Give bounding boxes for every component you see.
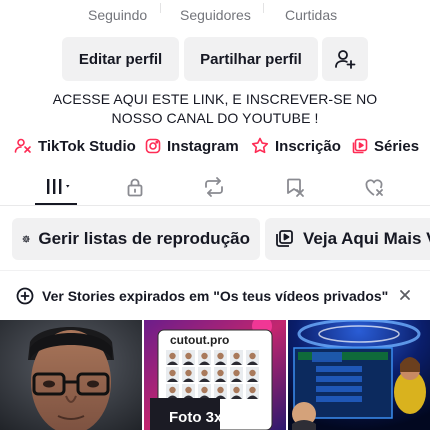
video-grid: cutout.pro Foto 3x4 bbox=[0, 320, 430, 430]
tab-reposts[interactable] bbox=[194, 174, 234, 200]
expired-stories-banner[interactable]: Ver Stories expirados em "Os teus vídeos… bbox=[0, 270, 430, 318]
passport-photo-head bbox=[201, 352, 208, 360]
link-inscricao[interactable]: Inscrição bbox=[251, 135, 341, 157]
link-label: TikTok Studio bbox=[38, 137, 136, 155]
more-videos-button[interactable]: Veja Aqui Mais V bbox=[265, 218, 430, 260]
video-thumbnail[interactable]: cutout.pro Foto 3x4 bbox=[144, 320, 286, 430]
passport-photo-head bbox=[249, 369, 256, 377]
stats-divider bbox=[160, 3, 161, 13]
passport-photo-head bbox=[201, 369, 208, 377]
link-label: Inscrição bbox=[275, 137, 341, 155]
series-icon bbox=[352, 138, 368, 154]
heart-icon bbox=[365, 179, 383, 196]
tab-videos[interactable] bbox=[36, 174, 76, 200]
thumb-brand: cutout.pro bbox=[170, 333, 230, 347]
video-thumbnail[interactable] bbox=[0, 320, 142, 430]
manage-playlists-button[interactable]: Gerir listas de reprodução bbox=[12, 218, 260, 260]
link-tiktok-studio[interactable]: TikTok Studio bbox=[14, 135, 136, 157]
likes-label[interactable]: Curtidas bbox=[285, 7, 337, 23]
link-instagram[interactable]: Instagram bbox=[145, 135, 239, 157]
followers-label[interactable]: Seguidores bbox=[180, 7, 251, 23]
tab-favorites[interactable] bbox=[275, 174, 315, 200]
passport-photo-head bbox=[185, 369, 192, 377]
lock-icon bbox=[127, 178, 143, 197]
passport-photo-head bbox=[233, 386, 240, 394]
profile-bio: ACESSE AQUI ESTE LINK, E INSCREVER-SE NO… bbox=[0, 90, 430, 128]
subscription-icon bbox=[251, 137, 269, 154]
add-user-icon bbox=[335, 50, 356, 69]
bio-line-2[interactable]: NOSSO CANAL DO YOUTUBE ! bbox=[0, 109, 430, 128]
profile-shortcuts: Gerir listas de reprodução Veja Aqui Mai… bbox=[0, 218, 430, 260]
grid-bars-icon bbox=[47, 179, 70, 194]
playlist-icon bbox=[276, 230, 293, 247]
close-icon[interactable] bbox=[398, 288, 412, 302]
passport-photo-head bbox=[233, 369, 240, 377]
gear-icon bbox=[22, 235, 30, 243]
add-friend-button[interactable] bbox=[322, 37, 368, 81]
link-label: Séries bbox=[374, 137, 420, 155]
pill-label: Gerir listas de reprodução bbox=[38, 229, 250, 248]
share-profile-button[interactable]: Partilhar perfil bbox=[184, 37, 318, 81]
selfie-image bbox=[0, 320, 142, 430]
stats-divider bbox=[263, 3, 264, 13]
tiktok-studio-icon bbox=[14, 138, 31, 153]
video-thumbnail[interactable] bbox=[288, 320, 430, 430]
passport-photo-head bbox=[249, 386, 256, 394]
add-circle-icon bbox=[16, 287, 34, 305]
passport-photo-head bbox=[169, 369, 176, 377]
link-label: Instagram bbox=[167, 137, 239, 155]
repost-icon bbox=[205, 177, 223, 197]
profile-links: TikTok Studio Instagram Inscrição Séries bbox=[0, 135, 430, 157]
profile-stats: Seguindo Seguidores Curtidas bbox=[0, 0, 430, 30]
tab-private[interactable] bbox=[115, 174, 155, 200]
following-label[interactable]: Seguindo bbox=[88, 7, 147, 23]
passport-photo-head bbox=[169, 386, 176, 394]
edit-profile-button[interactable]: Editar perfil bbox=[62, 37, 179, 81]
link-series[interactable]: Séries bbox=[352, 135, 419, 157]
tab-liked[interactable] bbox=[354, 174, 394, 200]
passport-photo-head bbox=[169, 352, 176, 360]
passport-photo-head bbox=[201, 386, 208, 394]
bookmark-icon bbox=[287, 178, 304, 197]
profile-tabs bbox=[0, 168, 430, 206]
passport-photo-head bbox=[217, 352, 224, 360]
tv-show-image bbox=[288, 320, 430, 430]
banner-text: Ver Stories expirados em "Os teus vídeos… bbox=[42, 288, 389, 304]
thumb-caption: Foto 3x4 bbox=[169, 409, 231, 426]
passport-photo-head bbox=[233, 352, 240, 360]
pill-label: Veja Aqui Mais V bbox=[303, 229, 430, 248]
passport-photo-head bbox=[185, 386, 192, 394]
instagram-icon bbox=[145, 138, 161, 154]
passport-photo-head bbox=[217, 386, 224, 394]
active-tab-indicator bbox=[35, 203, 77, 205]
passport-photo-head bbox=[185, 352, 192, 360]
bio-line-1: ACESSE AQUI ESTE LINK, E INSCREVER-SE NO bbox=[52, 91, 378, 107]
passport-photo-head bbox=[217, 369, 224, 377]
passport-photo-head bbox=[249, 352, 256, 360]
